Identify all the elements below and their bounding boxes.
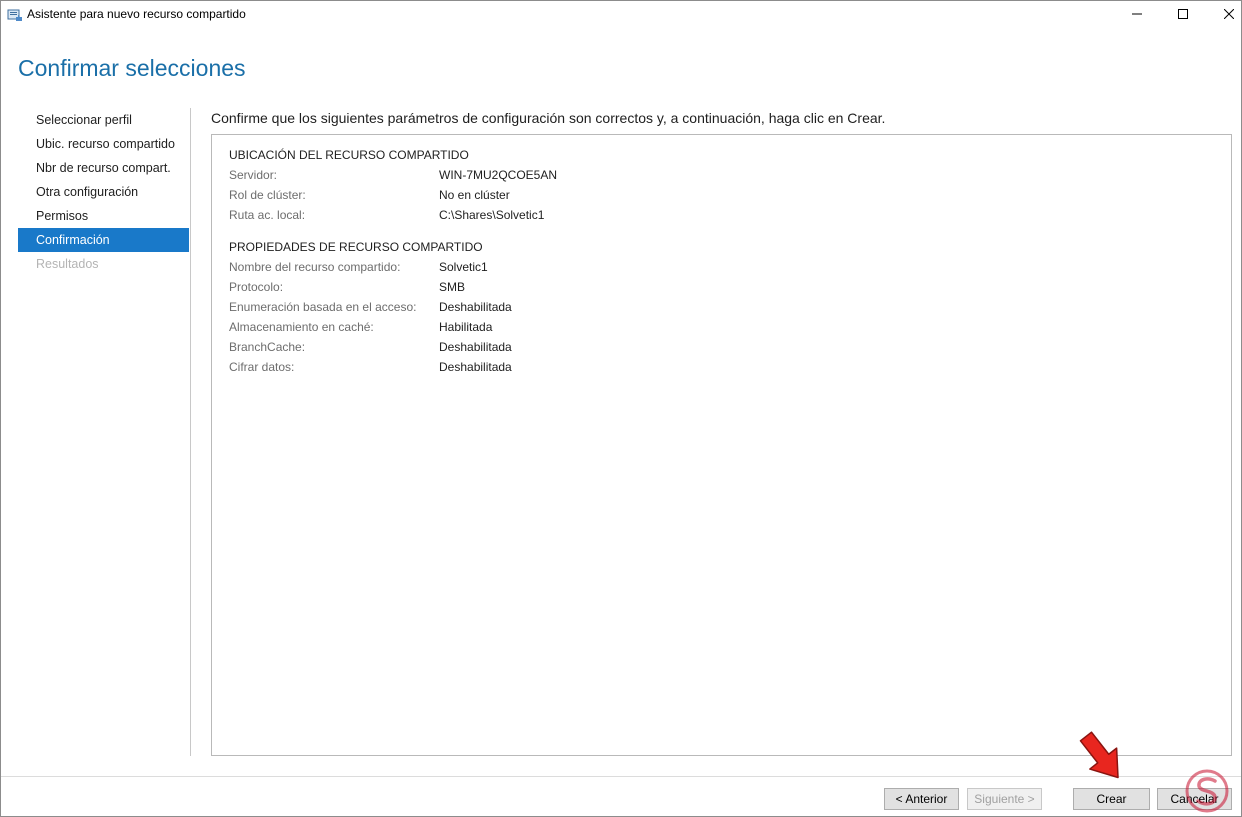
field-value: SMB <box>439 280 466 294</box>
title-bar: Asistente para nuevo recurso compartido <box>1 1 1241 29</box>
field-label: Ruta ac. local: <box>229 208 306 222</box>
nav-item-resultados: Resultados <box>36 257 99 271</box>
page-title: Confirmar selecciones <box>18 55 246 81</box>
minimize-icon <box>1132 6 1142 24</box>
confirmation-summary-panel: UBICACIÓN DEL RECURSO COMPARTIDO Servido… <box>211 134 1232 756</box>
maximize-button[interactable] <box>1160 1 1206 29</box>
footer-divider <box>1 776 1241 777</box>
field-label: Rol de clúster: <box>229 188 306 202</box>
nav-item-ubicacion[interactable]: Ubic. recurso compartido <box>18 132 189 156</box>
field-value: Solvetic1 <box>439 260 488 274</box>
window-title: Asistente para nuevo recurso compartido <box>27 7 246 21</box>
wizard-window: Asistente para nuevo recurso compartido … <box>0 0 1242 817</box>
field-label: Nombre del recurso compartido: <box>229 260 401 274</box>
next-button: Siguiente > <box>967 788 1042 810</box>
nav-item-otra-configuracion[interactable]: Otra configuración <box>18 180 189 204</box>
nav-item-permisos[interactable]: Permisos <box>18 204 189 228</box>
previous-button[interactable]: < Anterior <box>884 788 959 810</box>
cancel-button[interactable]: Cancelar <box>1157 788 1232 810</box>
nav-divider <box>190 108 191 756</box>
field-value: Deshabilitada <box>439 300 512 314</box>
field-value: WIN-7MU2QCOE5AN <box>439 168 558 182</box>
nav-item-seleccionar-perfil[interactable]: Seleccionar perfil <box>18 108 189 132</box>
share-wizard-icon <box>7 7 23 23</box>
maximize-icon <box>1178 6 1188 24</box>
field-value: Deshabilitada <box>439 360 512 374</box>
instruction-text: Confirme que los siguientes parámetros d… <box>211 110 886 126</box>
field-label: Almacenamiento en caché: <box>229 320 374 334</box>
close-icon <box>1223 6 1235 24</box>
field-value: Deshabilitada <box>439 340 512 354</box>
field-label: Protocolo: <box>229 280 284 294</box>
wizard-steps-nav: Seleccionar perfil Ubic. recurso compart… <box>18 108 189 276</box>
field-value: Habilitada <box>439 320 493 334</box>
field-label: BranchCache: <box>229 340 306 354</box>
nav-item-nombre[interactable]: Nbr de recurso compart. <box>18 156 189 180</box>
minimize-button[interactable] <box>1114 1 1160 29</box>
create-button[interactable]: Crear <box>1073 788 1150 810</box>
field-value: C:\Shares\Solvetic1 <box>439 208 545 222</box>
field-label: Enumeración basada en el acceso: <box>229 300 417 314</box>
field-label: Servidor: <box>229 168 278 182</box>
field-value: No en clúster <box>439 188 510 202</box>
close-button[interactable] <box>1206 1 1242 29</box>
field-label: Cifrar datos: <box>229 360 295 374</box>
nav-item-confirmacion[interactable]: Confirmación <box>18 228 189 252</box>
section-heading-properties: PROPIEDADES DE RECURSO COMPARTIDO <box>229 240 483 254</box>
section-heading-location: UBICACIÓN DEL RECURSO COMPARTIDO <box>229 148 469 162</box>
